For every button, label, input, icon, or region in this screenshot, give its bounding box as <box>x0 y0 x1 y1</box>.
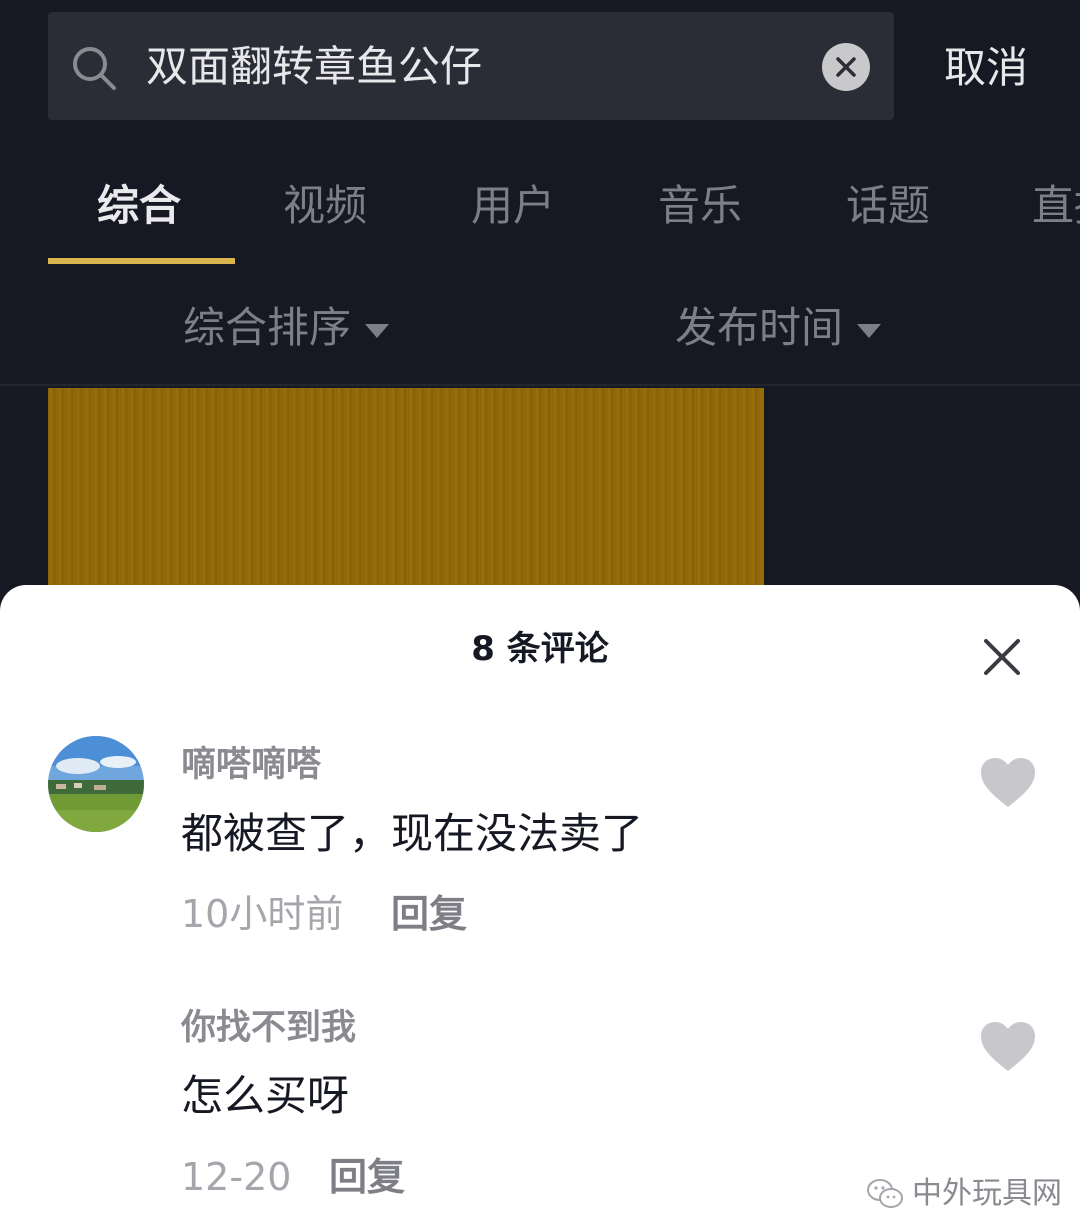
comment-username[interactable]: 嘀嗒嘀嗒 <box>181 742 321 788</box>
publish-time-dropdown-label: 发布时间 <box>675 303 844 352</box>
close-icon <box>836 57 856 77</box>
sort-dropdown[interactable]: 综合排序 <box>183 298 390 358</box>
reply-button[interactable]: 回复 <box>391 888 467 940</box>
heart-icon[interactable] <box>980 1021 1036 1073</box>
comment-text: 都被查了，现在没法卖了 <box>181 809 644 858</box>
comment-username[interactable]: 你找不到我 <box>181 1005 356 1051</box>
reply-button[interactable]: 回复 <box>329 1151 405 1203</box>
search-icon <box>73 47 116 90</box>
tab-bar: 综合 视频 用户 音乐 话题 直播 <box>0 160 1080 260</box>
publish-time-dropdown[interactable]: 发布时间 <box>675 298 882 358</box>
close-icon[interactable] <box>980 635 1024 679</box>
caret-down-icon <box>365 323 390 338</box>
comment-time: 10小时前 <box>181 892 344 936</box>
comment-time: 12-20 <box>181 1155 292 1199</box>
tab-music[interactable]: 音乐 <box>658 176 742 236</box>
active-tab-indicator <box>48 258 235 264</box>
search-input[interactable]: 双面翻转章鱼公仔 <box>146 34 482 100</box>
wechat-icon <box>867 1179 903 1208</box>
watermark-text: 中外玩具网 <box>912 1176 1062 1211</box>
comment-text: 怎么买呀 <box>181 1071 350 1120</box>
divider <box>0 384 1080 386</box>
cancel-button[interactable]: 取消 <box>944 38 1028 98</box>
comments-count-title: 8 条评论 <box>471 629 609 669</box>
caret-down-icon <box>857 323 882 338</box>
comments-sheet: 8 条评论 嘀嗒嘀嗒 都被查了，现在没法卖了 10小时前 回复 你找不到我 怎么… <box>0 585 1080 1221</box>
video-thumbnail[interactable] <box>48 388 764 588</box>
sort-dropdown-label: 综合排序 <box>183 303 352 352</box>
tab-users[interactable]: 用户 <box>471 176 555 236</box>
tab-topics[interactable]: 话题 <box>846 176 930 236</box>
tab-live[interactable]: 直播 <box>1032 176 1080 236</box>
heart-icon[interactable] <box>980 757 1036 809</box>
avatar-landscape-image <box>48 736 144 832</box>
avatar[interactable] <box>48 736 144 832</box>
tab-videos[interactable]: 视频 <box>283 176 367 236</box>
tab-comprehensive[interactable]: 综合 <box>97 176 181 236</box>
clear-search-button[interactable] <box>822 43 870 91</box>
